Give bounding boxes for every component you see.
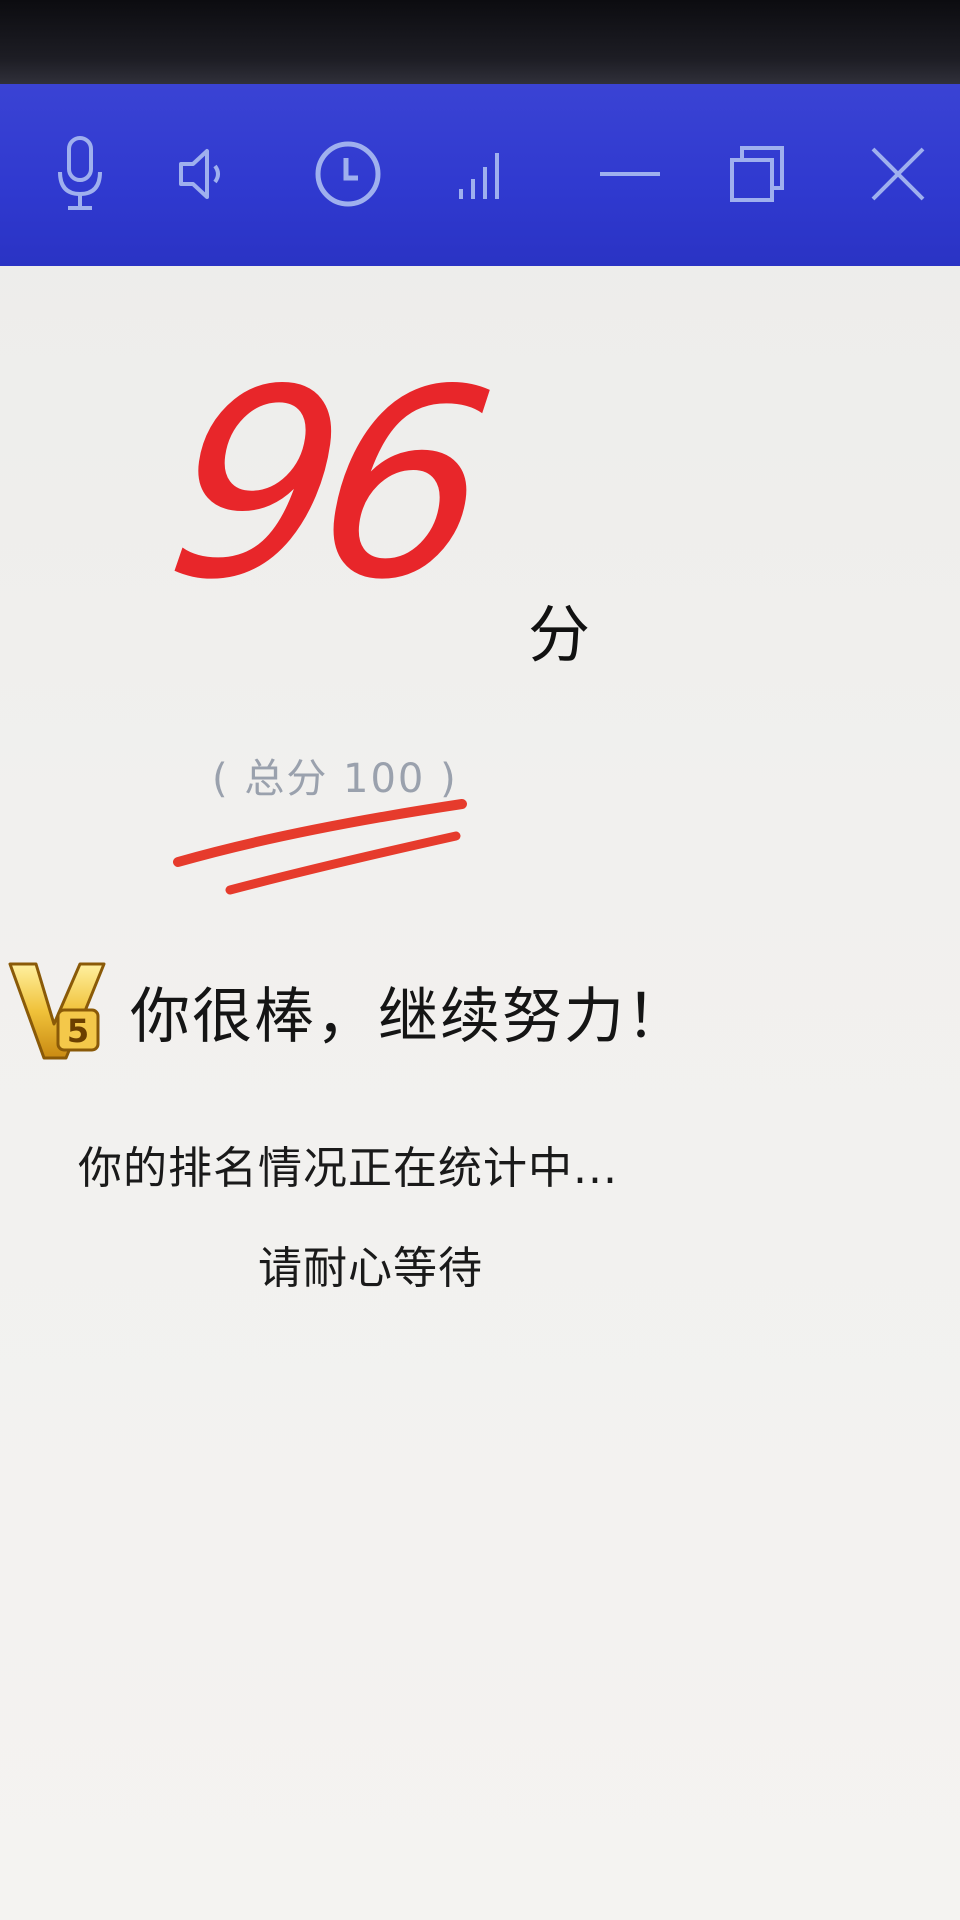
- svg-text:5: 5: [67, 1012, 89, 1050]
- microphone-icon[interactable]: [38, 132, 122, 216]
- clock-icon[interactable]: [306, 132, 390, 216]
- total-score-label: ( 总分 100 ): [212, 756, 458, 802]
- score-value: 96: [153, 335, 492, 637]
- title-bar: [0, 84, 960, 266]
- vip-badge-icon: 5: [8, 962, 106, 1060]
- result-window: 96 分 ( 总分 100 ) 5 你很棒，继续努力！ 你的排名情况正在统计中.…: [0, 84, 960, 1920]
- minimize-icon[interactable]: [588, 132, 672, 216]
- score-area: 96 分: [0, 266, 960, 895]
- speaker-icon[interactable]: [160, 132, 244, 216]
- praise-row: 5 你很棒，继续努力！: [0, 950, 960, 1070]
- signal-icon[interactable]: [440, 132, 524, 216]
- monitor-bezel: [0, 0, 960, 84]
- score-unit: 分: [528, 598, 591, 671]
- close-icon[interactable]: [856, 132, 940, 216]
- ranking-status: 你的排名情况正在统计中...: [78, 1143, 618, 1194]
- wait-message: 请耐心等待: [258, 1243, 483, 1294]
- praise-text: 你很棒，继续努力！: [130, 982, 688, 1052]
- restore-icon[interactable]: [714, 132, 798, 216]
